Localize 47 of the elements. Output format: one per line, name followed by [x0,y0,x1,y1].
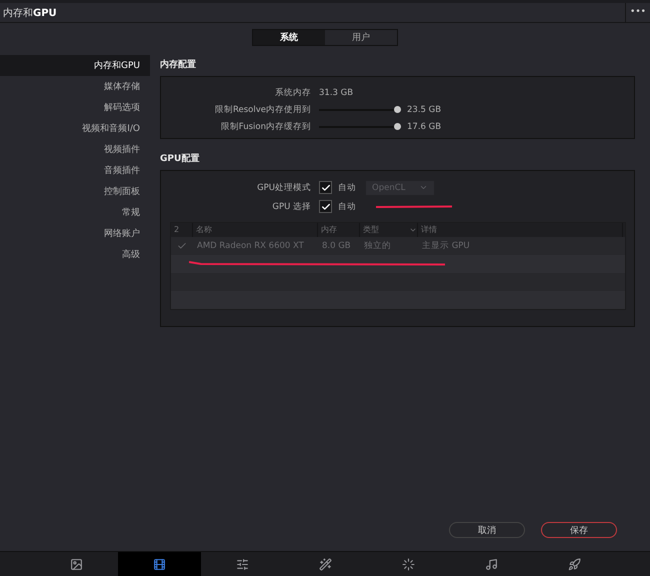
table-cell-text: AMD Radeon RX 6600 XT [196,241,305,251]
sidebar-item[interactable]: 解码选项 [0,97,150,118]
sidebar-item[interactable]: 内存和GPU [0,55,150,76]
section-title: GPU配置 [160,152,200,166]
checkbox-label: 自动 [338,200,356,212]
rocket-icon [568,558,580,570]
tab[interactable]: 系统 [253,30,325,45]
slider-reading: 23.5 GB [407,104,442,114]
field-label: 系统内存 [274,86,312,98]
page-button[interactable] [118,552,200,576]
chevron-icon [409,226,417,234]
field-label: 限制Fusion内存缓存到 [220,120,312,132]
sidebar-item[interactable]: 视频和音频I/O [0,118,150,139]
sidebar-item[interactable]: 视频插件 [0,139,150,160]
image-icon [70,558,82,570]
sidebar-item[interactable]: 网络账户 [0,223,150,244]
sidebar-item[interactable]: 控制面板 [0,181,150,202]
sliders-icon [236,558,248,570]
checkbox[interactable] [319,181,332,194]
slider-reading: 17.6 GB [407,122,442,132]
table-cell-text: 独立的 [363,240,392,252]
window-title: 内存和GPU [3,6,57,20]
field-label: GPU 选择 [271,200,312,212]
checkbox-label: 自动 [338,182,356,194]
film-icon [152,558,166,570]
table-cell-text: 8.0 GB [321,241,352,251]
check-icon [177,241,187,251]
table-cell-text: 主显示 GPU [421,240,471,252]
slider-thumb[interactable] [394,122,401,130]
field-label: 限制Resolve内存使用到 [214,104,312,116]
save-button[interactable]: 保存 [541,522,617,538]
chevron-icon [419,183,428,192]
sidebar-item[interactable]: 媒体存储 [0,76,150,97]
dots-icon [402,558,414,570]
music-icon [484,558,498,570]
sidebar-item[interactable]: 常规 [0,202,150,223]
slider-thumb[interactable] [394,106,401,112]
sidebar-item[interactable]: 音频插件 [0,160,150,181]
more-button[interactable]: ••• [625,3,650,22]
tab[interactable]: 用户 [325,30,397,45]
wand-icon [318,558,332,570]
section-title: 内存配置 [160,58,197,72]
cancel-button[interactable]: 取消 [449,522,525,538]
field-value: 31.3 GB [319,88,354,98]
checkbox[interactable] [319,200,332,213]
sidebar-item[interactable]: 高级 [0,244,150,265]
field-label: GPU处理模式 [256,182,312,194]
